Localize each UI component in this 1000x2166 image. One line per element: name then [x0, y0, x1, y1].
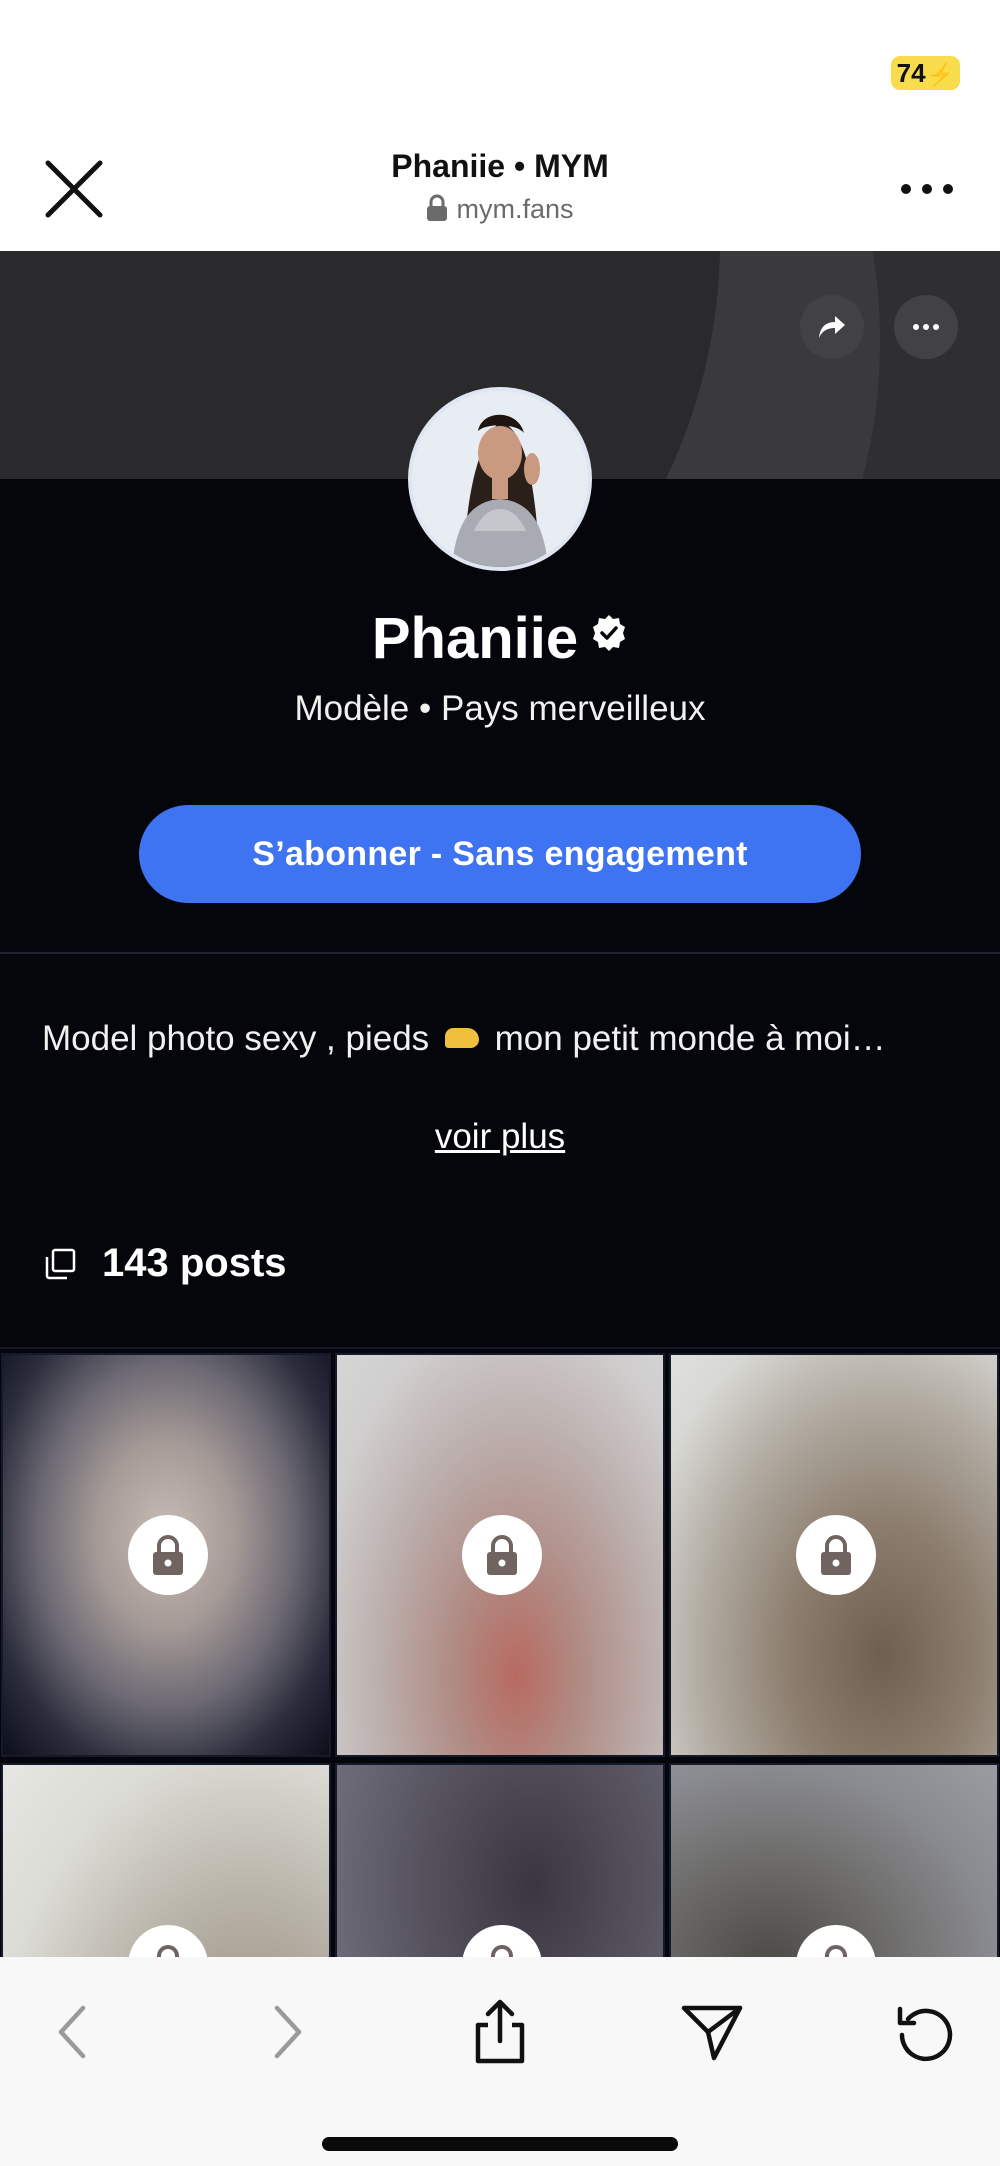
locked-post-tile[interactable] — [335, 1353, 665, 1757]
lock-badge — [462, 1515, 542, 1595]
avatar-image — [412, 391, 588, 567]
page-title: Phaniie • MYM — [391, 148, 609, 184]
back-arrow-icon — [58, 2005, 86, 2059]
status-bar: 74⚡ — [0, 0, 1000, 130]
lock-badge — [796, 1515, 876, 1595]
profile-name: Phaniie — [371, 606, 579, 671]
lock-icon — [153, 1535, 183, 1575]
lock-badge — [128, 1515, 208, 1595]
bio-text-end: mon petit monde à moi… — [494, 1019, 886, 1058]
lock-icon — [487, 1535, 517, 1575]
url-label[interactable]: mym.fans — [0, 194, 1000, 225]
divider — [0, 952, 1000, 954]
profile-main: Phaniie Modèle • Pays merveilleux S’abon… — [0, 387, 1000, 2166]
forward-button[interactable] — [252, 1997, 322, 2067]
battery-level: 74 — [896, 58, 926, 88]
cover-decoration-inner — [0, 251, 720, 479]
verified-badge-icon — [590, 599, 628, 666]
lock-icon — [427, 194, 448, 221]
posts-count-row: 143 posts — [44, 1241, 287, 1286]
battery-indicator: 74⚡ — [890, 56, 960, 90]
charging-icon: ⚡ — [926, 62, 954, 87]
send-button[interactable] — [677, 1997, 747, 2067]
url-text: mym.fans — [456, 194, 574, 224]
profile-name-row: Phaniie — [0, 599, 1000, 672]
share-button[interactable] — [465, 1997, 535, 2067]
posts-stack-icon — [45, 1248, 76, 1279]
share-icon — [475, 1999, 525, 2064]
share-arrow-icon — [819, 316, 845, 338]
profile-options-button[interactable] — [894, 295, 958, 359]
bio-text: Model photo sexy , pieds — [42, 1019, 430, 1058]
forward-arrow-icon — [274, 2005, 302, 2059]
reload-icon — [897, 2006, 953, 2062]
share-profile-button[interactable] — [800, 295, 864, 359]
locked-post-tile[interactable] — [1, 1353, 331, 1757]
browser-toolbar — [0, 1957, 1000, 2166]
reload-button[interactable] — [890, 1997, 960, 2067]
send-icon — [681, 2005, 743, 2061]
subscribe-button[interactable]: S’abonner - Sans engagement — [139, 805, 861, 903]
home-indicator[interactable] — [322, 2137, 678, 2151]
back-button[interactable] — [38, 1997, 108, 2067]
posts-count: 143 posts — [102, 1241, 287, 1285]
lock-icon — [821, 1535, 851, 1575]
foot-emoji-icon — [444, 1028, 479, 1048]
more-options-button[interactable] — [892, 174, 962, 204]
ellipsis-icon — [913, 324, 939, 330]
ellipsis-icon — [901, 184, 953, 194]
avatar[interactable] — [408, 387, 592, 571]
browser-header: Phaniie • MYM mym.fans — [0, 130, 1000, 251]
profile-subtitle: Modèle • Pays merveilleux — [294, 689, 706, 728]
see-more-link[interactable]: voir plus — [0, 1117, 1000, 1157]
profile-bio: Model photo sexy , pieds mon petit monde… — [42, 1019, 970, 1059]
locked-post-tile[interactable] — [669, 1353, 999, 1757]
divider — [0, 1347, 1000, 1349]
